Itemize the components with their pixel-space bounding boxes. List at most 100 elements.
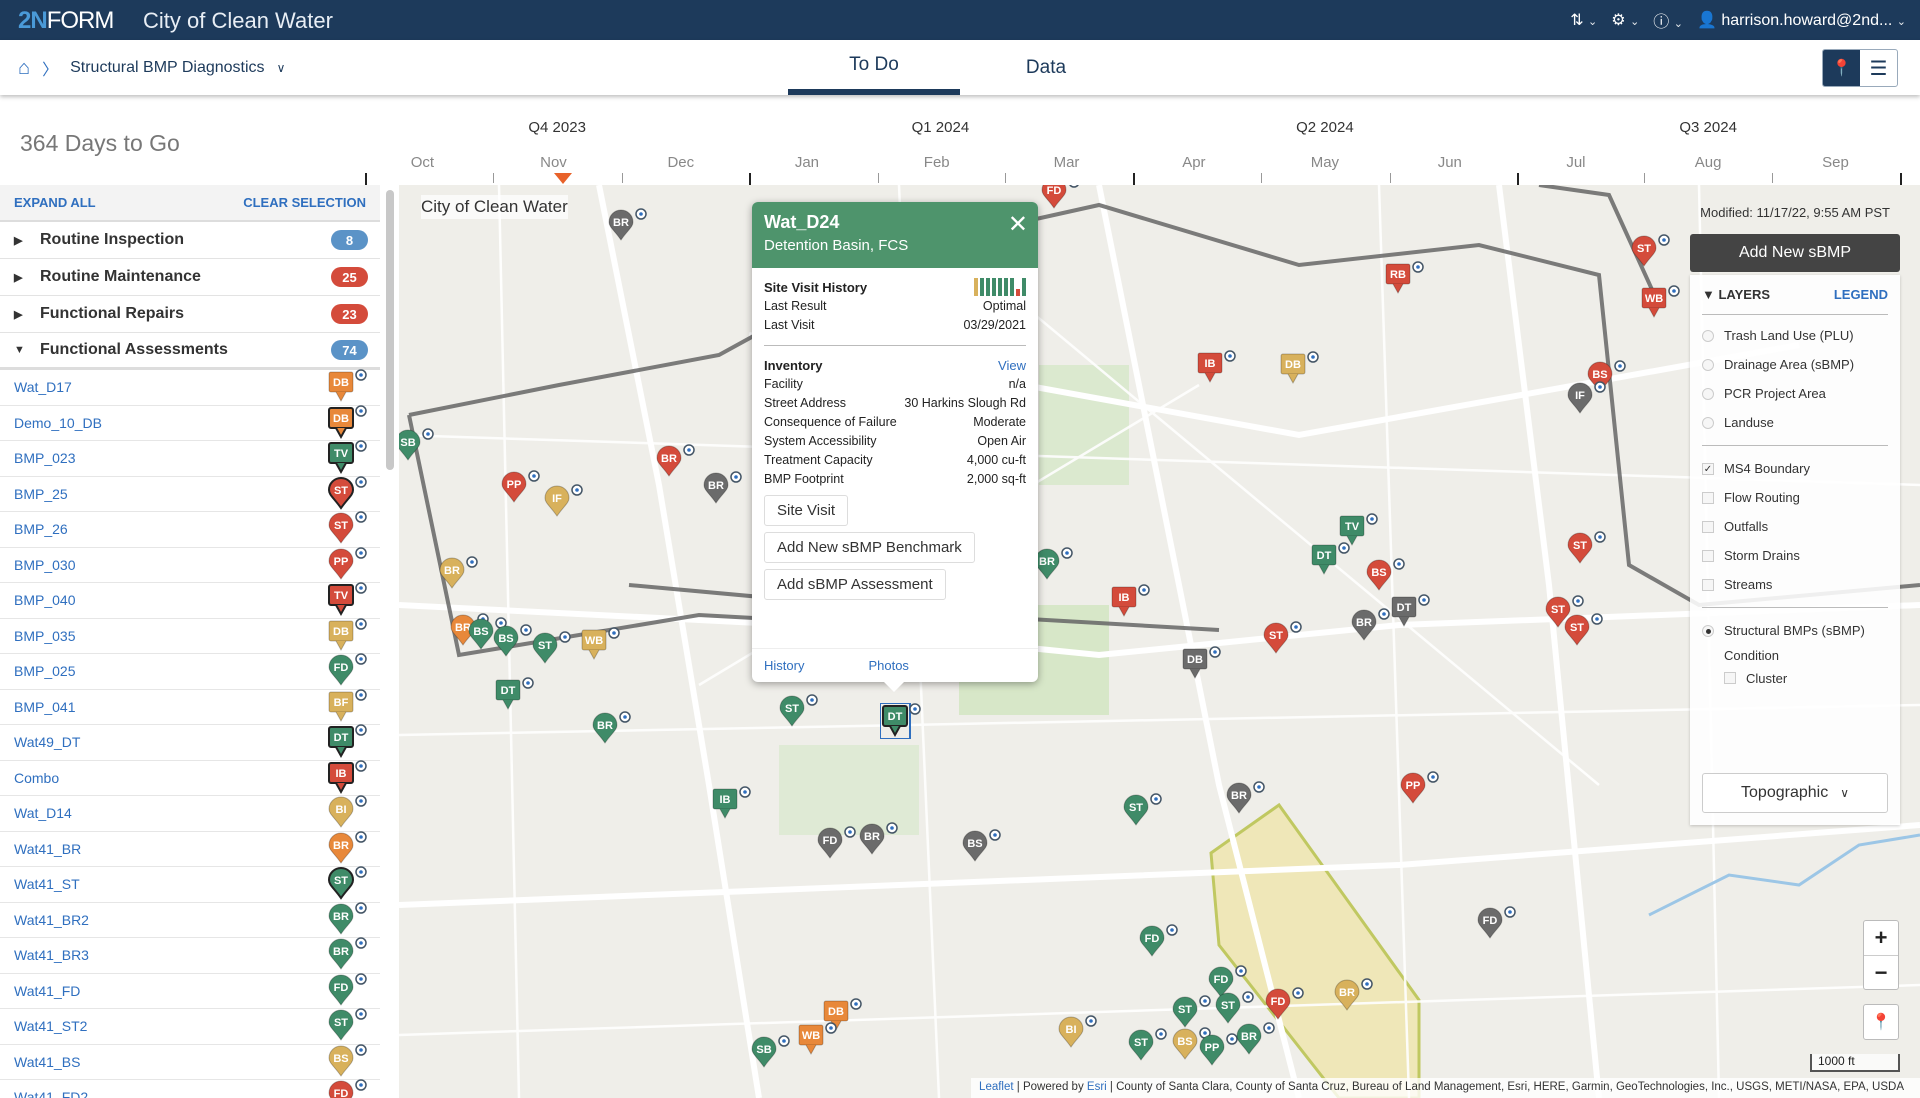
map-marker-sb[interactable]: SB xyxy=(399,428,435,469)
timeline-month[interactable]: Jun xyxy=(1438,154,1462,171)
list-item[interactable]: Wat_D14 BI xyxy=(0,795,380,832)
chevron-down-icon[interactable]: ∨ xyxy=(277,61,286,75)
map-marker-ib[interactable]: IB xyxy=(710,786,752,827)
list-item[interactable]: Wat41_BR3 BR xyxy=(0,937,380,974)
map-marker-sb[interactable]: SB xyxy=(749,1034,791,1076)
list-item[interactable]: Wat41_FD2 FD xyxy=(0,1079,380,1098)
map-marker-dt[interactable]: DT xyxy=(493,677,535,718)
map-marker-if[interactable]: IF xyxy=(1565,380,1607,422)
legend-link[interactable]: LEGEND xyxy=(1834,287,1888,302)
map-marker-br[interactable]: BR xyxy=(1332,978,1374,1019)
timeline-month[interactable]: Aug xyxy=(1695,154,1722,171)
add-new-sbmp-button[interactable]: Add New sBMP xyxy=(1690,234,1900,272)
map-marker-br[interactable]: BR xyxy=(606,208,648,249)
list-item[interactable]: BMP_030 PP xyxy=(0,547,380,583)
bmp-name-link[interactable]: Wat41_BR2 xyxy=(14,912,326,928)
map-marker-pp[interactable]: PP xyxy=(1197,1033,1239,1074)
bmp-name-link[interactable]: Demo_10_DB xyxy=(14,415,326,431)
map-marker-fd[interactable]: FD xyxy=(1039,185,1081,217)
list-item[interactable]: Wat41_FD FD xyxy=(0,973,380,1009)
category-functional-assessments[interactable]: ▼ Functional Assessments 74 xyxy=(0,333,380,370)
map-marker-br[interactable]: BR xyxy=(590,711,632,752)
map-marker-br[interactable]: BR xyxy=(1224,781,1266,822)
list-view-button[interactable]: ☰ xyxy=(1860,50,1897,86)
cluster-checkbox[interactable]: Cluster xyxy=(1702,667,1888,689)
map-marker-st[interactable]: ST xyxy=(1121,793,1163,834)
map-marker-fd[interactable]: FD xyxy=(815,826,857,867)
bmp-name-link[interactable]: BMP_035 xyxy=(14,628,326,644)
list-item[interactable]: BMP_040 TV xyxy=(0,582,380,619)
bmp-name-link[interactable]: Wat49_DT xyxy=(14,734,326,750)
bmp-name-link[interactable]: Wat41_BR3 xyxy=(14,947,326,963)
layer-radio[interactable]: PCR Project Area xyxy=(1702,379,1888,408)
layer-radio[interactable]: Landuse xyxy=(1702,408,1888,437)
map-marker-ib[interactable]: IB xyxy=(1195,350,1237,391)
timeline-month[interactable]: Jul xyxy=(1566,154,1585,171)
timeline-month[interactable]: Nov xyxy=(540,154,567,171)
layer-radio[interactable]: Drainage Area (sBMP) xyxy=(1702,350,1888,379)
list-item[interactable]: BMP_025 FD xyxy=(0,653,380,690)
layer-checkbox[interactable]: Storm Drains xyxy=(1702,541,1888,570)
bmp-name-link[interactable]: Wat41_BS xyxy=(14,1054,326,1070)
list-item[interactable]: BMP_035 DB xyxy=(0,618,380,654)
leaflet-link[interactable]: Leaflet xyxy=(979,1081,1014,1093)
map-marker-bs[interactable]: BS xyxy=(960,829,1002,870)
list-item[interactable]: Combo IB xyxy=(0,760,380,796)
bmp-name-link[interactable]: BMP_041 xyxy=(14,699,326,715)
layer-checkbox[interactable]: Streams xyxy=(1702,570,1888,599)
bmp-name-link[interactable]: BMP_25 xyxy=(14,486,326,502)
map-marker-br[interactable]: BR xyxy=(701,471,743,512)
map-marker-br[interactable]: BR xyxy=(1032,547,1074,588)
layers-toggle[interactable]: ▼ LAYERS xyxy=(1702,287,1770,302)
esri-link[interactable]: Esri xyxy=(1087,1081,1107,1093)
layer-structural-bmps[interactable]: Structural BMPs (sBMP) xyxy=(1702,616,1888,645)
zoom-in-button[interactable]: + xyxy=(1864,921,1898,955)
layer-checkbox[interactable]: ✓ MS4 Boundary xyxy=(1702,454,1888,483)
timeline-month[interactable]: Jan xyxy=(795,154,819,171)
list-item[interactable]: Wat41_BR BR xyxy=(0,831,380,867)
timeline-month[interactable]: May xyxy=(1311,154,1339,171)
map-view-button[interactable]: 📍 xyxy=(1823,50,1860,86)
map-marker-dt[interactable]: DT xyxy=(879,701,922,744)
bmp-name-link[interactable]: BMP_025 xyxy=(14,663,326,679)
map-marker-st[interactable]: ST xyxy=(1562,613,1604,654)
basemap-select[interactable]: Topographic ∨ xyxy=(1702,773,1888,813)
map-marker-st[interactable]: ST xyxy=(1629,234,1671,275)
sidebar-scrollbar[interactable] xyxy=(386,190,394,470)
history-link[interactable]: History xyxy=(764,658,804,673)
timeline-month[interactable]: Oct xyxy=(411,154,434,171)
map-marker-wb[interactable]: WB xyxy=(1639,285,1681,326)
map-marker-br[interactable]: BR xyxy=(1234,1022,1276,1063)
list-item[interactable]: Wat49_DT DT xyxy=(0,724,380,761)
locate-button[interactable]: 📍 xyxy=(1863,1004,1899,1040)
bmp-name-link[interactable]: Wat41_BR xyxy=(14,841,326,857)
category-routine-maintenance[interactable]: ▶ Routine Maintenance 25 xyxy=(0,259,380,296)
map-marker-fd[interactable]: FD xyxy=(1475,906,1517,947)
bmp-name-link[interactable]: Wat41_FD xyxy=(14,983,326,999)
map-marker-br[interactable]: BR xyxy=(437,556,479,597)
map-marker-bi[interactable]: BI xyxy=(1056,1015,1098,1056)
map-marker-st[interactable]: ST xyxy=(777,694,819,735)
bmp-name-link[interactable]: Wat41_ST xyxy=(14,876,326,892)
list-item[interactable]: Demo_10_DB DB xyxy=(0,405,380,441)
map-marker-bs[interactable]: BS xyxy=(491,624,533,665)
help-icon[interactable]: ⓘ ⌄ xyxy=(1653,8,1683,32)
home-icon[interactable]: ⌂ xyxy=(18,57,30,80)
list-item[interactable]: BMP_023 TV xyxy=(0,440,380,477)
map-marker-br[interactable]: BR xyxy=(654,444,696,485)
close-icon[interactable]: ✕ xyxy=(1008,210,1028,239)
bmp-name-link[interactable]: Wat41_FD2 xyxy=(14,1089,326,1098)
category-routine-inspection[interactable]: ▶ Routine Inspection 8 xyxy=(0,222,380,259)
category-functional-repairs[interactable]: ▶ Functional Repairs 23 xyxy=(0,296,380,333)
map-marker-dt[interactable]: DT xyxy=(1389,594,1431,635)
list-item[interactable]: Wat41_ST2 ST xyxy=(0,1008,380,1045)
list-item[interactable]: Wat_D17 DB xyxy=(0,369,380,406)
bmp-name-link[interactable]: BMP_023 xyxy=(14,450,326,466)
timeline-month[interactable]: Dec xyxy=(667,154,694,171)
timeline-month[interactable]: Sep xyxy=(1822,154,1849,171)
bmp-name-link[interactable]: Combo xyxy=(14,770,326,786)
photos-link[interactable]: Photos xyxy=(868,658,908,673)
bmp-name-link[interactable]: Wat_D17 xyxy=(14,379,326,395)
layer-checkbox[interactable]: Outfalls xyxy=(1702,512,1888,541)
map-marker-dt[interactable]: DT xyxy=(1309,542,1351,583)
